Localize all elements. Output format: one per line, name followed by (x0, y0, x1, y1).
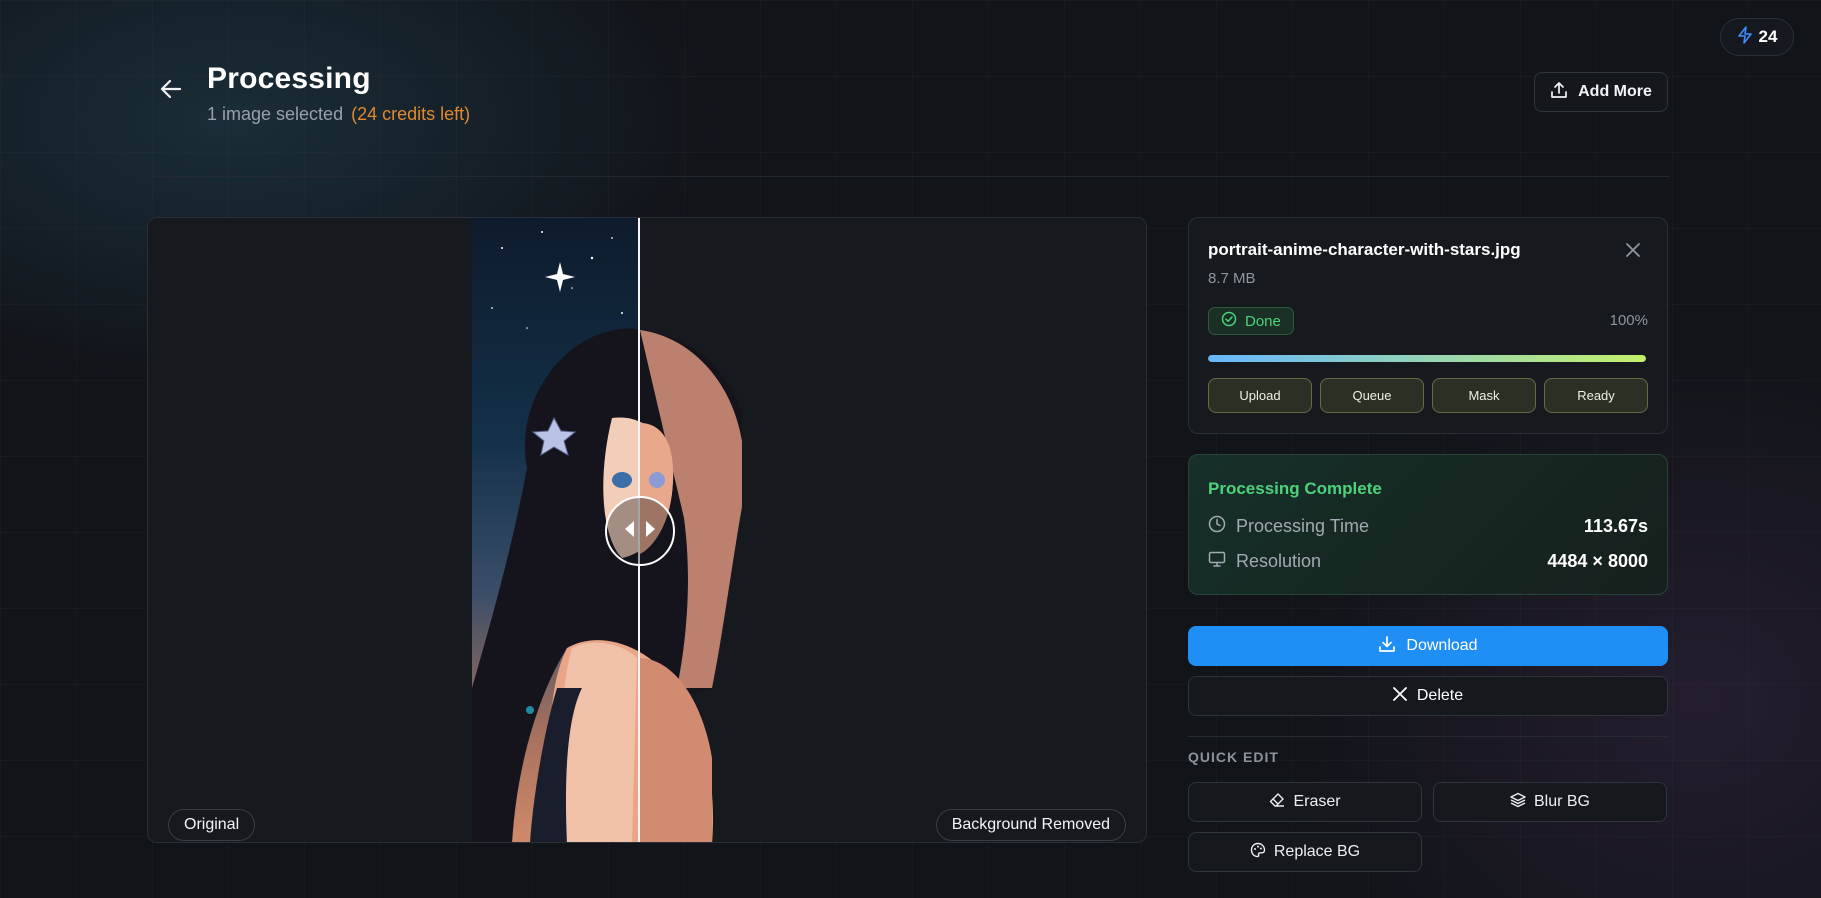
back-button[interactable] (156, 76, 186, 106)
file-name: portrait-anime-character-with-stars.jpg (1208, 240, 1521, 259)
close-icon (1392, 686, 1407, 706)
arrow-left-icon (624, 520, 636, 543)
replace-bg-button[interactable]: Replace BG (1188, 832, 1422, 872)
delete-button[interactable]: Delete (1188, 676, 1668, 716)
step-mask[interactable]: Mask (1432, 378, 1536, 413)
lightning-icon (1737, 25, 1753, 49)
blur-bg-label: Blur BG (1533, 793, 1590, 810)
add-more-label: Add More (1578, 83, 1652, 100)
progress-percent: 100% (1609, 312, 1648, 329)
palette-icon (1250, 842, 1266, 863)
eraser-icon (1269, 792, 1285, 813)
page-title: Processing (207, 62, 371, 95)
add-more-button[interactable]: Add More (1534, 72, 1668, 112)
status-badge: Done (1208, 307, 1294, 335)
quick-edit-heading: QUICK EDIT (1188, 749, 1279, 765)
compare-slider-handle[interactable] (605, 496, 675, 566)
eraser-label: Eraser (1293, 793, 1341, 810)
status-text: Done (1245, 312, 1281, 330)
processing-time-label: Processing Time (1236, 516, 1370, 536)
original-label: Original (168, 809, 256, 841)
replace-bg-label: Replace BG (1273, 843, 1361, 860)
close-icon (1626, 242, 1640, 262)
resolution-value: 4484 × 8000 (1547, 551, 1648, 571)
header-divider (148, 176, 1669, 177)
image-compare-preview[interactable]: Original Background Removed (147, 217, 1147, 843)
processing-steps: Upload Queue Mask Ready (1208, 378, 1648, 413)
blur-bg-button[interactable]: Blur BG (1433, 782, 1667, 822)
complete-title: Processing Complete (1208, 479, 1382, 498)
monitor-icon (1208, 550, 1226, 573)
download-icon (1378, 635, 1396, 658)
processing-time-row: Processing Time 113.67s (1208, 515, 1648, 538)
step-queue[interactable]: Queue (1320, 378, 1424, 413)
delete-label: Delete (1416, 687, 1464, 704)
file-size: 8.7 MB (1208, 270, 1256, 287)
resolution-row: Resolution 4484 × 8000 (1208, 550, 1648, 573)
background-removed-label: Background Removed (935, 809, 1126, 841)
credits-badge[interactable]: 24 (1720, 18, 1794, 56)
upload-icon (1550, 81, 1568, 104)
arrow-left-icon (160, 79, 182, 104)
selection-summary: 1 image selected (24 credits left) (207, 104, 470, 125)
step-ready[interactable]: Ready (1544, 378, 1648, 413)
progress-bar (1208, 355, 1646, 362)
step-upload[interactable]: Upload (1208, 378, 1312, 413)
arrow-right-icon (644, 520, 656, 543)
file-card: portrait-anime-character-with-stars.jpg … (1188, 217, 1668, 434)
layers-icon (1510, 792, 1526, 813)
processing-time-value: 113.67s (1583, 516, 1648, 536)
resolution-label: Resolution (1236, 551, 1322, 571)
progress-fill (1208, 355, 1646, 362)
download-label: Download (1406, 637, 1478, 654)
remove-file-button[interactable] (1621, 240, 1645, 264)
clock-icon (1208, 515, 1226, 538)
download-button[interactable]: Download (1188, 626, 1668, 666)
processing-complete-card: Processing Complete Processing Time 113.… (1188, 454, 1668, 595)
selected-count-text: 1 image selected (207, 104, 344, 124)
eraser-button[interactable]: Eraser (1188, 782, 1422, 822)
actions-divider (1188, 736, 1668, 737)
credits-left-text: (24 credits left) (351, 104, 471, 124)
credits-count: 24 (1758, 27, 1778, 46)
check-circle-icon (1221, 311, 1237, 331)
